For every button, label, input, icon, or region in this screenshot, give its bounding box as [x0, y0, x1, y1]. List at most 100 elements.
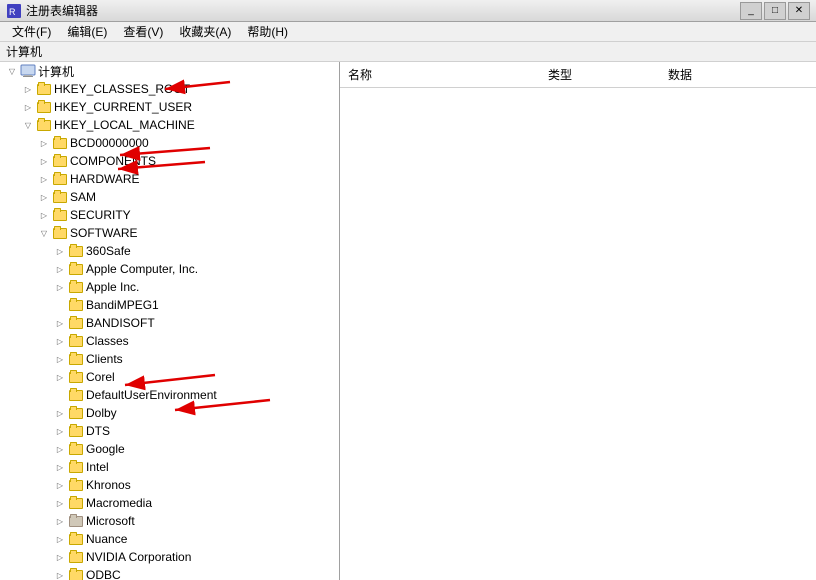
tree-toggle-apple_inc[interactable]	[52, 279, 68, 295]
tree-item-360safe[interactable]: 360Safe	[0, 242, 339, 260]
tree-toggle-intel[interactable]	[52, 459, 68, 475]
tree-toggle-khronos[interactable]	[52, 477, 68, 493]
folder-icon-clients	[68, 352, 84, 366]
tree-toggle-components[interactable]	[36, 153, 52, 169]
tree-item-defaultuserenvironment[interactable]: DefaultUserEnvironment	[0, 386, 339, 404]
tree-item-classes[interactable]: Classes	[0, 332, 339, 350]
minimize-button[interactable]: _	[740, 2, 762, 20]
tree-toggle-bandimpeg1[interactable]	[52, 297, 68, 313]
tree-item-dts[interactable]: DTS	[0, 422, 339, 440]
tree-item-google[interactable]: Google	[0, 440, 339, 458]
tree-item-components[interactable]: COMPONENTS	[0, 152, 339, 170]
folder-icon-nvidia_corporation	[68, 550, 84, 564]
tree-label-bcd00000000: BCD00000000	[70, 136, 149, 150]
tree-item-bandimpeg1[interactable]: BandiMPEG1	[0, 296, 339, 314]
tree-label-dolby: Dolby	[86, 406, 117, 420]
tree-toggle-hardware[interactable]	[36, 171, 52, 187]
folder-icon-defaultuserenvironment	[68, 388, 84, 402]
tree-toggle-dolby[interactable]	[52, 405, 68, 421]
tree-label-components: COMPONENTS	[70, 154, 156, 168]
tree-item-hkey_local_machine[interactable]: HKEY_LOCAL_MACHINE	[0, 116, 339, 134]
address-label: 计算机	[6, 43, 42, 60]
tree-label-nuance: Nuance	[86, 532, 127, 546]
folder-icon-dolby	[68, 406, 84, 420]
tree-item-hardware[interactable]: HARDWARE	[0, 170, 339, 188]
tree-label-odbc: ODBC	[86, 568, 121, 580]
tree-item-hkey_classes_root[interactable]: HKEY_CLASSES_ROOT	[0, 80, 339, 98]
menu-favorites[interactable]: 收藏夹(A)	[171, 21, 239, 42]
tree-toggle-nuance[interactable]	[52, 531, 68, 547]
tree-label-corel: Corel	[86, 370, 115, 384]
tree-label-microsoft: Microsoft	[86, 514, 135, 528]
tree-toggle-apple_computer[interactable]	[52, 261, 68, 277]
tree-item-bcd00000000[interactable]: BCD00000000	[0, 134, 339, 152]
tree-toggle-classes[interactable]	[52, 333, 68, 349]
tree-toggle-security[interactable]	[36, 207, 52, 223]
tree-toggle-google[interactable]	[52, 441, 68, 457]
tree-item-microsoft[interactable]: Microsoft	[0, 512, 339, 530]
tree-item-nvidia_corporation[interactable]: NVIDIA Corporation	[0, 548, 339, 566]
tree-item-hkey_current_user[interactable]: HKEY_CURRENT_USER	[0, 98, 339, 116]
tree-toggle-dts[interactable]	[52, 423, 68, 439]
tree-toggle-corel[interactable]	[52, 369, 68, 385]
folder-icon-hkey_local_machine	[36, 118, 52, 132]
tree-toggle-bandisoft[interactable]	[52, 315, 68, 331]
menu-view[interactable]: 查看(V)	[115, 21, 171, 42]
menu-file[interactable]: 文件(F)	[4, 21, 59, 42]
tree-item-security[interactable]: SECURITY	[0, 206, 339, 224]
title-bar-text: 注册表编辑器	[26, 2, 740, 19]
menu-edit[interactable]: 编辑(E)	[59, 21, 115, 42]
tree-label-intel: Intel	[86, 460, 109, 474]
tree-label-apple_computer: Apple Computer, Inc.	[86, 262, 198, 276]
tree-item-apple_computer[interactable]: Apple Computer, Inc.	[0, 260, 339, 278]
folder-icon-sam	[52, 190, 68, 204]
folder-icon-corel	[68, 370, 84, 384]
tree-item-corel[interactable]: Corel	[0, 368, 339, 386]
tree-toggle-computer[interactable]	[4, 63, 20, 79]
tree-toggle-defaultuserenvironment[interactable]	[52, 387, 68, 403]
tree-label-dts: DTS	[86, 424, 110, 438]
folder-icon-bcd00000000	[52, 136, 68, 150]
tree-toggle-odbc[interactable]	[52, 567, 68, 580]
menu-help[interactable]: 帮助(H)	[239, 21, 296, 42]
tree-item-apple_inc[interactable]: Apple Inc.	[0, 278, 339, 296]
tree-item-macromedia[interactable]: Macromedia	[0, 494, 339, 512]
col-name: 名称	[340, 64, 540, 85]
tree-toggle-clients[interactable]	[52, 351, 68, 367]
tree-toggle-microsoft[interactable]	[52, 513, 68, 529]
tree-toggle-hkey_current_user[interactable]	[20, 99, 36, 115]
tree-toggle-hkey_local_machine[interactable]	[20, 117, 36, 133]
menu-bar: 文件(F) 编辑(E) 查看(V) 收藏夹(A) 帮助(H)	[0, 22, 816, 42]
tree-toggle-360safe[interactable]	[52, 243, 68, 259]
tree-item-odbc[interactable]: ODBC	[0, 566, 339, 580]
tree-item-intel[interactable]: Intel	[0, 458, 339, 476]
folder-icon-classes	[68, 334, 84, 348]
tree-toggle-sam[interactable]	[36, 189, 52, 205]
close-button[interactable]: ✕	[788, 2, 810, 20]
tree-label-hkey_classes_root: HKEY_CLASSES_ROOT	[54, 82, 190, 96]
folder-icon-google	[68, 442, 84, 456]
main-content: 计算机 HKEY_CLASSES_ROOT HKEY_CURRENT_USER HKE…	[0, 62, 816, 580]
tree-label-hardware: HARDWARE	[70, 172, 140, 186]
tree-item-software[interactable]: SOFTWARE	[0, 224, 339, 242]
tree-item-dolby[interactable]: Dolby	[0, 404, 339, 422]
tree-toggle-software[interactable]	[36, 225, 52, 241]
tree-item-khronos[interactable]: Khronos	[0, 476, 339, 494]
tree-item-computer[interactable]: 计算机	[0, 62, 339, 80]
right-panel: 名称 类型 数据	[340, 62, 816, 580]
tree-toggle-macromedia[interactable]	[52, 495, 68, 511]
tree-item-sam[interactable]: SAM	[0, 188, 339, 206]
tree-toggle-bcd00000000[interactable]	[36, 135, 52, 151]
tree-toggle-nvidia_corporation[interactable]	[52, 549, 68, 565]
maximize-button[interactable]: □	[764, 2, 786, 20]
tree-toggle-hkey_classes_root[interactable]	[20, 81, 36, 97]
registry-tree[interactable]: 计算机 HKEY_CLASSES_ROOT HKEY_CURRENT_USER HKE…	[0, 62, 340, 580]
folder-icon-macromedia	[68, 496, 84, 510]
tree-label-khronos: Khronos	[86, 478, 131, 492]
tree-item-bandisoft[interactable]: BANDISOFT	[0, 314, 339, 332]
tree-label-hkey_current_user: HKEY_CURRENT_USER	[54, 100, 192, 114]
tree-item-clients[interactable]: Clients	[0, 350, 339, 368]
tree-item-nuance[interactable]: Nuance	[0, 530, 339, 548]
folder-icon-microsoft	[68, 514, 84, 528]
title-bar: R 注册表编辑器 _ □ ✕	[0, 0, 816, 22]
